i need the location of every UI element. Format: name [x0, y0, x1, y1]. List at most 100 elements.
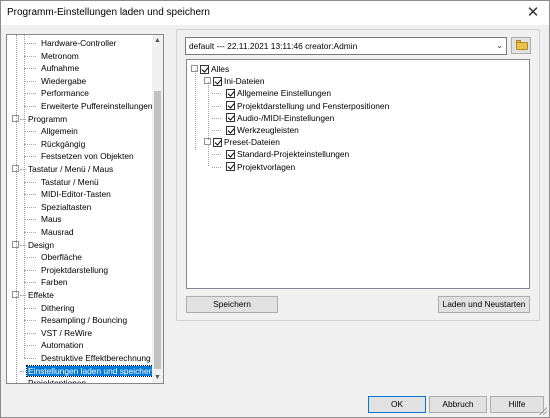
tree-connector	[24, 345, 36, 347]
tree-item[interactable]: Rückgängig	[40, 138, 86, 150]
tree-item[interactable]: Automation	[40, 339, 84, 351]
tree-connector	[20, 244, 26, 246]
checkbox[interactable]	[226, 88, 235, 98]
tree-connector	[20, 169, 26, 170]
checkbox[interactable]	[213, 137, 222, 147]
tree-item[interactable]: Dithering	[40, 302, 76, 314]
tree-item-label: Metronom	[41, 50, 79, 61]
tree-connector	[24, 156, 36, 158]
tree-item[interactable]: Einstellungen laden und speichern	[25, 364, 153, 377]
tree-item[interactable]: VST / ReWire	[40, 327, 93, 339]
tree-item[interactable]: Oberfläche	[40, 251, 83, 263]
tree-item[interactable]: Mausrad	[40, 226, 75, 238]
tree-connector	[212, 130, 221, 131]
tree-item[interactable]: Maus	[40, 213, 62, 225]
tree-item-label: Resampling / Bouncing	[41, 315, 128, 326]
tree-item[interactable]: Resampling / Bouncing	[40, 314, 128, 326]
checkbox[interactable]	[226, 149, 235, 159]
checkbox[interactable]	[213, 76, 222, 86]
tree-item[interactable]: Erweiterte Puffereinstellungen	[40, 100, 153, 112]
tree-connector	[24, 358, 36, 359]
tree-item[interactable]: Hardware-Controller	[40, 37, 117, 49]
tree-item[interactable]: Design	[27, 239, 55, 251]
tree-item-label: Tastatur / Menü / Maus	[28, 164, 114, 174]
save-button[interactable]: Speichern	[186, 296, 278, 313]
tree-item-label: Hardware-Controller	[41, 38, 117, 48]
tree-item-label: VST / ReWire	[41, 327, 93, 338]
scroll-down-icon[interactable]: ▼	[152, 372, 163, 383]
tree-connector	[195, 70, 196, 150]
tree-item[interactable]: Programm	[27, 113, 68, 125]
scroll-thumb[interactable]	[154, 91, 161, 369]
checkbox[interactable]	[226, 162, 235, 172]
title-bar: Programm-Einstellungen laden und speiche…	[1, 1, 549, 25]
tree-connector	[24, 257, 36, 259]
tree-item[interactable]: Destruktive Effektberechnung	[40, 352, 152, 364]
tree-item-label: Mausrad	[41, 227, 74, 237]
tree-item[interactable]: Tastatur / Menü / Maus	[27, 163, 114, 175]
tree-item[interactable]: Performance	[40, 87, 90, 99]
tree-connector	[24, 55, 36, 57]
tree-item-label: Tastatur / Menü	[41, 176, 99, 187]
tree-connector	[212, 154, 221, 156]
tree-item-label: Erweiterte Puffereinstellungen	[41, 101, 153, 111]
tree-item[interactable]: Tastatur / Menü	[40, 176, 100, 188]
tree-item-label: Farben	[41, 277, 68, 288]
tree-item-label: Maus	[41, 214, 62, 225]
help-button[interactable]: Hilfe	[490, 396, 544, 413]
tree-item-label: Projektdarstellung	[41, 264, 109, 275]
preset-select[interactable]: default --- 22.11.2021 13:11:46 creator:…	[185, 37, 507, 55]
tree-item-label: Rückgängig	[41, 138, 86, 149]
tree-connector	[24, 232, 36, 233]
checkbox-label: Preset-Dateien	[224, 137, 280, 148]
tree-item-label: Design	[28, 239, 55, 250]
load-restart-button[interactable]: Laden und Neustarten	[438, 296, 530, 313]
tree-item-label: Wiedergabe	[41, 75, 87, 86]
checkbox[interactable]	[226, 113, 235, 123]
checkbox[interactable]	[200, 64, 209, 74]
tree-item[interactable]: Aufnahme	[40, 62, 80, 74]
checkbox[interactable]	[226, 101, 235, 111]
tree-connector	[24, 320, 36, 322]
open-folder-button[interactable]	[511, 37, 531, 54]
tree-connector	[16, 35, 17, 383]
tree-item[interactable]: Projektdarstellung	[40, 264, 109, 276]
tree-item-label: Oberfläche	[41, 252, 82, 263]
settings-tree[interactable]: Hardware-Controller Metronom Aufnahme Wiede…	[6, 34, 164, 384]
tree-item[interactable]: MIDI-Editor-Tasten	[40, 188, 112, 200]
tree-item-label: Projektoptionen	[27, 378, 87, 383]
tree-item-label: Performance	[41, 88, 89, 99]
tree-item-label: Festsetzen von Objekten	[41, 151, 134, 162]
tree-item[interactable]: Allgemein	[40, 125, 79, 137]
tree-item[interactable]: Effekte	[27, 289, 55, 301]
tree-item-label: Programm	[28, 113, 68, 124]
checkbox-label: Projektdarstellung und Fensterpositionen	[237, 100, 390, 111]
tree-connector	[212, 166, 221, 168]
tree-item[interactable]: Projektoptionen	[27, 377, 87, 383]
scroll-up-icon[interactable]: ▲	[152, 35, 163, 46]
tree-item-label: Automation	[41, 340, 84, 351]
tree-item[interactable]: Farben	[40, 276, 69, 288]
cancel-button[interactable]: Abbruch	[429, 396, 487, 413]
tree-connector	[20, 118, 26, 120]
chevron-down-icon[interactable]: ⌄	[496, 38, 503, 54]
checkbox-label: Standard-Projekteinstellungen	[237, 149, 350, 160]
tree-item[interactable]: Wiedergabe	[40, 75, 87, 87]
tree-connector	[24, 68, 36, 70]
tree-item[interactable]: Metronom	[40, 50, 80, 62]
tree-connector	[24, 106, 36, 107]
tree-connector	[20, 295, 26, 296]
tree-item[interactable]: Spezialtasten	[40, 201, 92, 213]
resize-grip[interactable]	[538, 406, 547, 415]
settings-tree-content: Hardware-Controller Metronom Aufnahme Wiede…	[7, 35, 153, 383]
preset-select-value: default --- 22.11.2021 13:11:46 creator:…	[189, 41, 358, 51]
folder-icon	[516, 42, 528, 50]
ok-button[interactable]: OK	[368, 396, 426, 413]
tree-scrollbar[interactable]: ▲ ▼	[152, 35, 163, 383]
close-icon[interactable]: ✕	[523, 3, 543, 23]
tree-connector	[208, 82, 209, 140]
checkbox-label: Werkzeugleisten	[237, 125, 299, 135]
tree-item-label: Destruktive Effektberechnung	[41, 353, 151, 363]
checkbox[interactable]	[226, 125, 235, 135]
tree-item[interactable]: Festsetzen von Objekten	[40, 150, 135, 162]
